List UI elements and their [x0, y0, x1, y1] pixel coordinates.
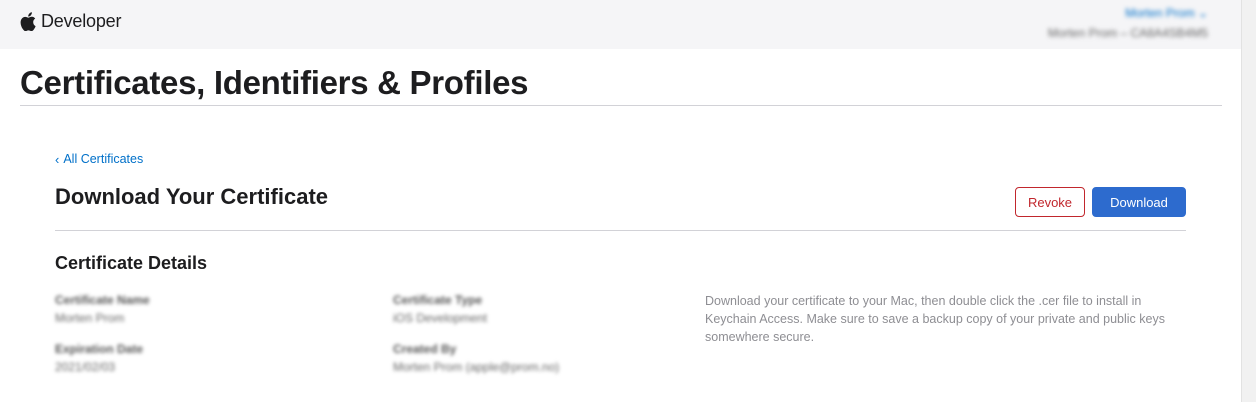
title-divider — [20, 105, 1222, 106]
details-heading: Certificate Details — [55, 253, 208, 273]
field-value: 2021/02/03 — [55, 360, 116, 374]
download-button[interactable]: Download — [1092, 187, 1186, 217]
developer-home-link[interactable]: Developer — [20, 11, 121, 32]
certificate-name-field: Certificate Name Morten Prom — [55, 293, 150, 325]
field-value: Morten Prom (apple@prom.no) — [393, 360, 560, 374]
download-instructions: Download your certificate to your Mac, t… — [705, 294, 1165, 344]
account-menu[interactable]: Morten Prom ⌄ Morten Prom – CA8A4SB4M5 — [1048, 6, 1208, 41]
account-team: Morten Prom – CA8A4SB4M5 — [1047, 26, 1208, 40]
brand-name: Developer — [41, 11, 122, 31]
certificate-type-field: Certificate Type iOS Development — [393, 293, 487, 325]
page-title: Certificates, Identifiers & Profiles — [20, 64, 529, 101]
chevron-left-icon: ‹ — [55, 151, 60, 167]
field-value: Morten Prom — [55, 311, 125, 325]
top-navigation-bar: Developer Morten Prom ⌄ Morten Prom – CA… — [0, 0, 1242, 49]
field-label: Expiration Date — [55, 342, 144, 356]
field-label: Created By — [393, 342, 457, 356]
expiration-date-field: Expiration Date 2021/02/03 — [55, 342, 143, 374]
field-label: Certificate Type — [393, 293, 483, 307]
field-value: iOS Development — [393, 311, 488, 325]
all-certificates-link[interactable]: ‹ All Certificates — [55, 152, 143, 166]
back-link-label: All Certificates — [63, 152, 144, 166]
field-label: Certificate Name — [55, 293, 150, 307]
vertical-scrollbar[interactable] — [1241, 0, 1256, 402]
apple-logo-icon — [20, 12, 36, 32]
created-by-field: Created By Morten Prom (apple@prom.no) — [393, 342, 559, 374]
download-heading: Download Your Certificate — [55, 184, 329, 209]
revoke-button[interactable]: Revoke — [1015, 187, 1085, 217]
chevron-down-icon: ⌄ — [1197, 6, 1208, 20]
section-divider — [55, 230, 1186, 231]
account-name[interactable]: Morten Prom ⌄ — [1048, 6, 1208, 21]
